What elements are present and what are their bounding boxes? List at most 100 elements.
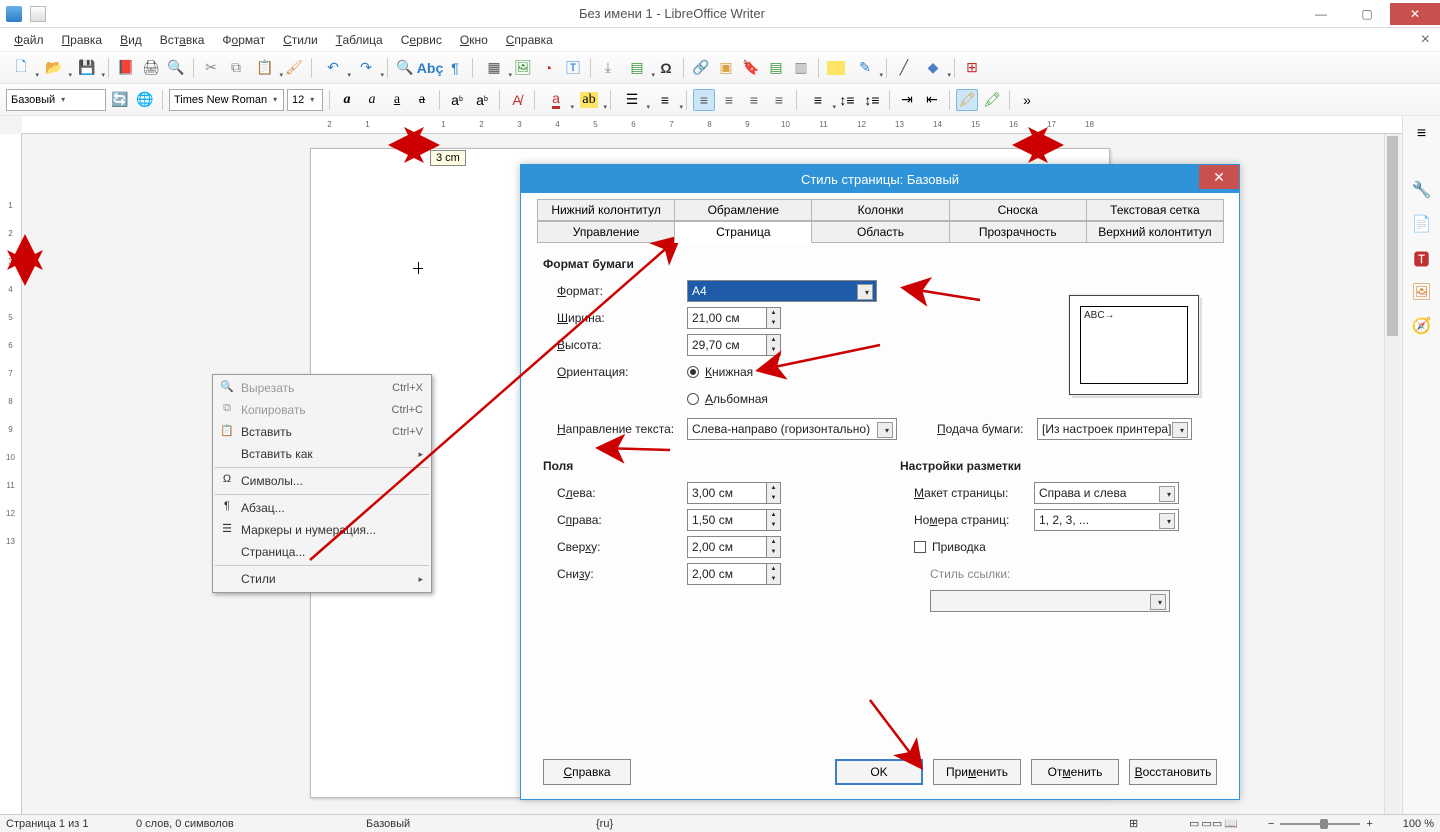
draw-functions-icon[interactable]: ⊞ xyxy=(961,57,983,79)
clone-format-icon[interactable]: 🖌 xyxy=(283,57,305,79)
menu-window[interactable]: Окно xyxy=(452,31,496,49)
ctx-paragraph[interactable]: ¶ Абзац... xyxy=(213,497,431,519)
bottom-input[interactable]: 2,00 см xyxy=(687,563,767,585)
bullets-icon[interactable]: ☰ xyxy=(617,89,647,111)
comment-icon[interactable] xyxy=(825,57,847,79)
status-page[interactable]: Страница 1 из 1 xyxy=(6,818,106,830)
new-doc-icon[interactable]: 🗋 xyxy=(6,57,36,79)
status-insert-mode[interactable]: ⊞ xyxy=(1129,817,1159,830)
numbering-icon[interactable]: ≡ xyxy=(650,89,680,111)
align-right-icon[interactable]: ≡ xyxy=(743,89,765,111)
bottom-spinner[interactable]: ▲▼ xyxy=(767,563,781,585)
menu-edit[interactable]: Правка xyxy=(54,31,111,49)
track-changes-icon[interactable]: ✎ xyxy=(850,57,880,79)
width-spinner[interactable]: ▲▼ xyxy=(767,307,781,329)
status-style[interactable]: Базовый xyxy=(366,818,566,830)
orientation-portrait-radio[interactable] xyxy=(687,366,699,378)
highlighting-b-icon[interactable]: 🖍 xyxy=(981,89,1003,111)
undo-icon[interactable]: ↶ xyxy=(318,57,348,79)
find-icon[interactable]: 🔍 xyxy=(394,57,416,79)
tab-textgrid[interactable]: Текстовая сетка xyxy=(1086,199,1224,221)
line-icon[interactable]: ╱ xyxy=(893,57,915,79)
special-char-icon[interactable]: Ω xyxy=(655,57,677,79)
ctx-bullets[interactable]: ☰ Маркеры и нумерация... xyxy=(213,519,431,541)
height-spinner[interactable]: ▲▼ xyxy=(767,334,781,356)
ctx-paste[interactable]: 📋 Вставить Ctrl+V xyxy=(213,421,431,443)
highlighting-a-icon[interactable]: 🖍 xyxy=(956,89,978,111)
sidebar-styles-icon[interactable]: 🆃 xyxy=(1410,246,1434,270)
redo-icon[interactable]: ↷ xyxy=(351,57,381,79)
status-lang[interactable]: {ru} xyxy=(596,818,696,830)
cross-ref-icon[interactable]: ▤ xyxy=(765,57,787,79)
basic-shapes-icon[interactable]: ◆ xyxy=(918,57,948,79)
close-button[interactable]: ✕ xyxy=(1390,3,1440,25)
status-words[interactable]: 0 слов, 0 символов xyxy=(136,818,336,830)
menu-styles[interactable]: Стили xyxy=(275,31,326,49)
decrease-spacing-icon[interactable]: ↕≡ xyxy=(861,89,883,111)
height-input[interactable]: 29,70 см xyxy=(687,334,767,356)
maximize-button[interactable]: ▢ xyxy=(1344,3,1390,25)
width-input[interactable]: 21,00 см xyxy=(687,307,767,329)
right-spinner[interactable]: ▲▼ xyxy=(767,509,781,531)
print-preview-icon[interactable]: 🔍 xyxy=(165,57,187,79)
insert-field-icon[interactable]: ▤ xyxy=(622,57,652,79)
dialog-title-bar[interactable]: Стиль страницы: Базовый ✕ xyxy=(521,165,1239,193)
layout-select[interactable]: Справа и слева▾ xyxy=(1034,482,1179,504)
print-icon[interactable]: 🖨 xyxy=(140,57,162,79)
dialog-close-button[interactable]: ✕ xyxy=(1199,165,1239,189)
copy-icon[interactable]: ⧉ xyxy=(225,57,247,79)
status-view-layout[interactable]: ▭▭▭📖 xyxy=(1189,817,1238,830)
horizontal-ruler[interactable]: 21123456789101112131415161718 xyxy=(22,116,1402,134)
save-icon[interactable]: 💾 xyxy=(72,57,102,79)
close-document-button[interactable]: × xyxy=(1421,31,1430,49)
decrease-indent-icon[interactable]: ⇤ xyxy=(921,89,943,111)
qa-new-icon[interactable] xyxy=(30,6,46,22)
sidebar-navigator-icon[interactable]: 🧭 xyxy=(1410,314,1434,338)
tab-footer[interactable]: Нижний колонтитул xyxy=(537,199,675,221)
tab-borders[interactable]: Обрамление xyxy=(674,199,812,221)
superscript-icon[interactable]: ab xyxy=(446,89,468,111)
orientation-landscape-radio[interactable] xyxy=(687,393,699,405)
reset-button[interactable]: Восстановить xyxy=(1129,759,1217,785)
menu-help[interactable]: Справка xyxy=(498,31,561,49)
zoom-slider[interactable]: −+ xyxy=(1268,818,1373,830)
top-input[interactable]: 2,00 см xyxy=(687,536,767,558)
paste-icon[interactable]: 📋 xyxy=(250,57,280,79)
line-spacing-icon[interactable]: ≡ xyxy=(803,89,833,111)
hyperlink-icon[interactable]: 🔗 xyxy=(690,57,712,79)
font-color-icon[interactable]: a xyxy=(541,89,571,111)
italic-icon[interactable]: a xyxy=(361,89,383,111)
ctx-page[interactable]: Страница... xyxy=(213,541,431,563)
tab-header[interactable]: Верхний колонтитул xyxy=(1086,221,1224,243)
textdir-select[interactable]: Слева-направо (горизонтально)▾ xyxy=(687,418,897,440)
pagenum-select[interactable]: 1, 2, 3, ...▾ xyxy=(1034,509,1179,531)
insert-image-icon[interactable]: 🖼 xyxy=(512,57,534,79)
minimize-button[interactable]: — xyxy=(1298,3,1344,25)
register-checkbox[interactable] xyxy=(914,541,926,553)
left-input[interactable]: 3,00 см xyxy=(687,482,767,504)
formatting-marks-icon[interactable]: ¶ xyxy=(444,57,466,79)
insert-textbox-icon[interactable]: 🅃 xyxy=(562,57,584,79)
tab-page[interactable]: Страница xyxy=(674,221,812,243)
cut-icon[interactable]: ✂ xyxy=(200,57,222,79)
top-spinner[interactable]: ▲▼ xyxy=(767,536,781,558)
right-input[interactable]: 1,50 см xyxy=(687,509,767,531)
ctx-styles[interactable]: Стили xyxy=(213,568,431,590)
align-left-icon[interactable]: ≡ xyxy=(693,89,715,111)
open-icon[interactable]: 📂 xyxy=(39,57,69,79)
tray-select[interactable]: [Из настроек принтера]▾ xyxy=(1037,418,1192,440)
sidebar-settings-icon[interactable]: ≡ xyxy=(1410,122,1434,146)
clear-format-icon[interactable]: A̸ xyxy=(506,89,528,111)
bold-icon[interactable]: a xyxy=(336,89,358,111)
subscript-icon[interactable]: ab xyxy=(471,89,493,111)
ok-button[interactable]: OK xyxy=(835,759,923,785)
bookmark-icon[interactable]: 🔖 xyxy=(740,57,762,79)
vertical-ruler[interactable]: 12345678910111213 xyxy=(0,134,22,814)
tab-organizer[interactable]: Управление xyxy=(537,221,675,243)
index-icon[interactable]: ▥ xyxy=(790,57,812,79)
ctx-symbols[interactable]: Ω Символы... xyxy=(213,470,431,492)
left-spinner[interactable]: ▲▼ xyxy=(767,482,781,504)
sidebar-page-icon[interactable]: 📄 xyxy=(1410,212,1434,236)
menu-tools[interactable]: Сервис xyxy=(393,31,450,49)
export-pdf-icon[interactable]: 📕 xyxy=(115,57,137,79)
